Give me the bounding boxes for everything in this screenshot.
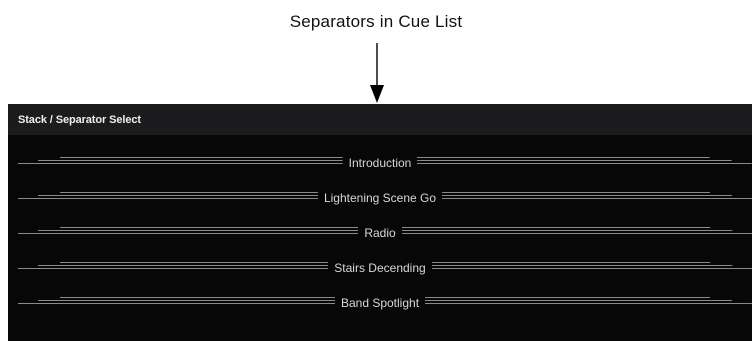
panel-header: Stack / Separator Select	[8, 104, 752, 135]
separator-list: Introduction Lightening Scene Go Radio S…	[8, 147, 752, 322]
separator-rule-left	[18, 156, 343, 166]
stack-separator-panel: Stack / Separator Select Introduction Li…	[8, 104, 752, 341]
separator-rule-right	[417, 156, 752, 166]
separator-stairs-decending[interactable]: Stairs Decending	[8, 252, 752, 287]
separator-lightening-scene-go[interactable]: Lightening Scene Go	[8, 182, 752, 217]
separator-label: Introduction	[344, 156, 416, 170]
separator-rule-right	[425, 296, 752, 306]
separator-band-spotlight[interactable]: Band Spotlight	[8, 287, 752, 322]
separator-rule-left	[18, 296, 335, 306]
separator-label: Radio	[360, 226, 400, 240]
separator-introduction[interactable]: Introduction	[8, 147, 752, 182]
separator-label: Band Spotlight	[336, 296, 424, 310]
separator-rule-right	[401, 226, 752, 236]
separator-rule-left	[18, 226, 359, 236]
separator-rule-left	[18, 261, 329, 271]
separator-label: Stairs Decending	[330, 261, 430, 275]
panel-title: Stack / Separator Select	[18, 113, 141, 126]
callout-caption: Separators in Cue List	[289, 12, 463, 31]
separator-rule-left	[18, 191, 318, 201]
separator-rule-right	[442, 191, 752, 201]
separator-label: Lightening Scene Go	[319, 191, 441, 205]
separator-radio[interactable]: Radio	[8, 217, 752, 252]
separator-rule-right	[431, 261, 752, 271]
down-arrow-icon	[370, 43, 384, 103]
